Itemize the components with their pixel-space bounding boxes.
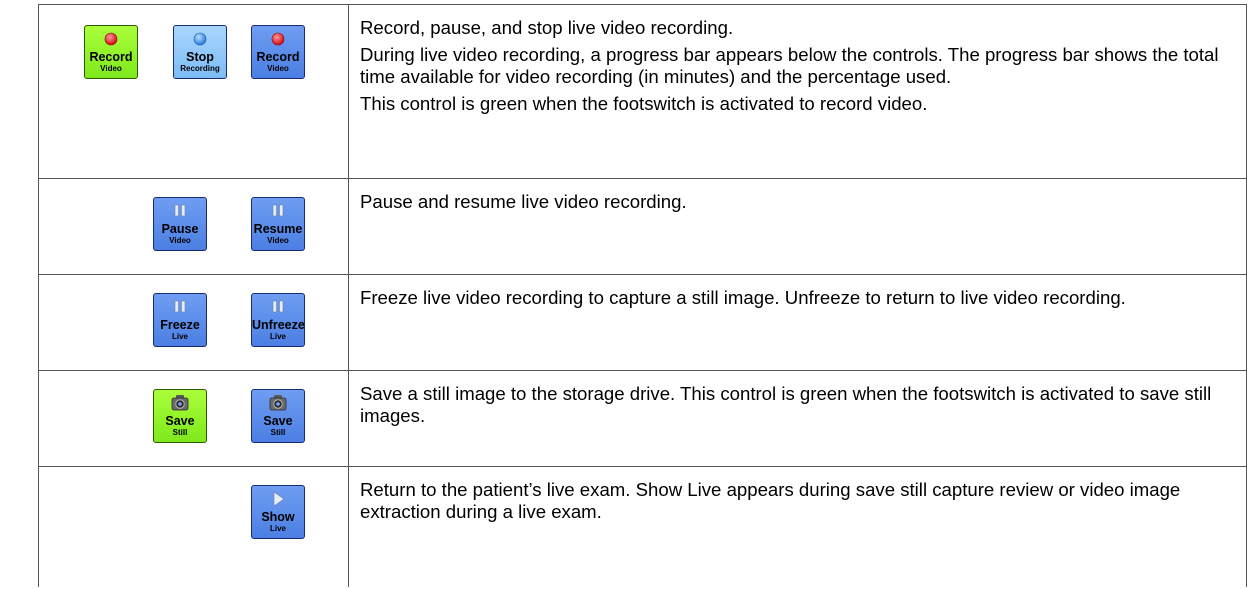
play-icon [252,490,304,508]
button-sublabel: Video [267,236,289,245]
description-text: This control is green when the footswitc… [360,93,928,114]
pause-icon [252,202,304,220]
table-row: Show Live Return to the patient’s live e… [38,466,1247,587]
button-label: Record [256,50,300,64]
save-still-button[interactable]: Save Still [251,389,305,443]
pause-icon [252,298,304,316]
description-text: Save a still image to the storage drive.… [360,383,1212,426]
record-video-button[interactable]: Record Video [251,25,305,79]
table-row: Pause Video Resume Video Pause and resum… [38,178,1247,275]
buttons-cell: Save Still Save Still [38,370,349,467]
button-label: Unfreeze [252,318,305,332]
button-label: Save [263,414,293,428]
button-label: Stop [186,50,214,64]
pause-video-button[interactable]: Pause Video [153,197,207,251]
red-dot-icon [85,30,137,48]
description-text: Pause and resume live video recording. [360,191,687,212]
red-dot-icon [252,30,304,48]
blue-dot-icon [174,30,226,48]
description-text: Record, pause, and stop live video recor… [360,17,734,38]
buttons-cell: Show Live [38,466,349,587]
description-cell: Freeze live video recording to capture a… [348,274,1247,371]
pause-icon [154,298,206,316]
camera-icon [252,394,304,412]
button-sublabel: Video [169,236,191,245]
button-label: Save [165,414,195,428]
freeze-live-button[interactable]: Freeze Live [153,293,207,347]
button-sublabel: Live [171,332,188,341]
table-row: Freeze Live Unfreeze Live Freeze live vi… [38,274,1247,371]
button-sublabel: Video [100,64,122,73]
buttons-cell: Record Video Stop Recording Record Video [38,4,349,179]
description-text: Freeze live video recording to capture a… [360,287,1126,308]
controls-table: Record Video Stop Recording Record Video [38,4,1247,587]
pause-icon [154,202,206,220]
button-sublabel: Still [270,428,286,437]
button-sublabel: Recording [180,64,220,73]
button-label: Pause [161,222,199,236]
resume-video-button[interactable]: Resume Video [251,197,305,251]
description-text: During live video recording, a progress … [360,44,1219,87]
button-label: Freeze [160,318,200,332]
button-label: Record [89,50,133,64]
show-live-button[interactable]: Show Live [251,485,305,539]
buttons-cell: Freeze Live Unfreeze Live [38,274,349,371]
description-cell: Save a still image to the storage drive.… [348,370,1247,467]
table-row: Record Video Stop Recording Record Video [38,4,1247,179]
description-cell: Record, pause, and stop live video recor… [348,4,1247,179]
unfreeze-live-button[interactable]: Unfreeze Live [251,293,305,347]
table-row: Save Still Save Still Save a still image… [38,370,1247,467]
buttons-cell: Pause Video Resume Video [38,178,349,275]
description-text: Return to the patient’s live exam. Show … [360,479,1181,522]
description-cell: Return to the patient’s live exam. Show … [348,466,1247,587]
description-cell: Pause and resume live video recording. [348,178,1247,275]
camera-icon [154,394,206,412]
button-sublabel: Live [269,524,286,533]
button-sublabel: Still [172,428,188,437]
button-label: Resume [253,222,303,236]
record-video-button-active[interactable]: Record Video [84,25,138,79]
button-sublabel: Video [267,64,289,73]
stop-recording-button[interactable]: Stop Recording [173,25,227,79]
button-sublabel: Live [269,332,286,341]
button-label: Show [261,510,295,524]
save-still-button-active[interactable]: Save Still [153,389,207,443]
